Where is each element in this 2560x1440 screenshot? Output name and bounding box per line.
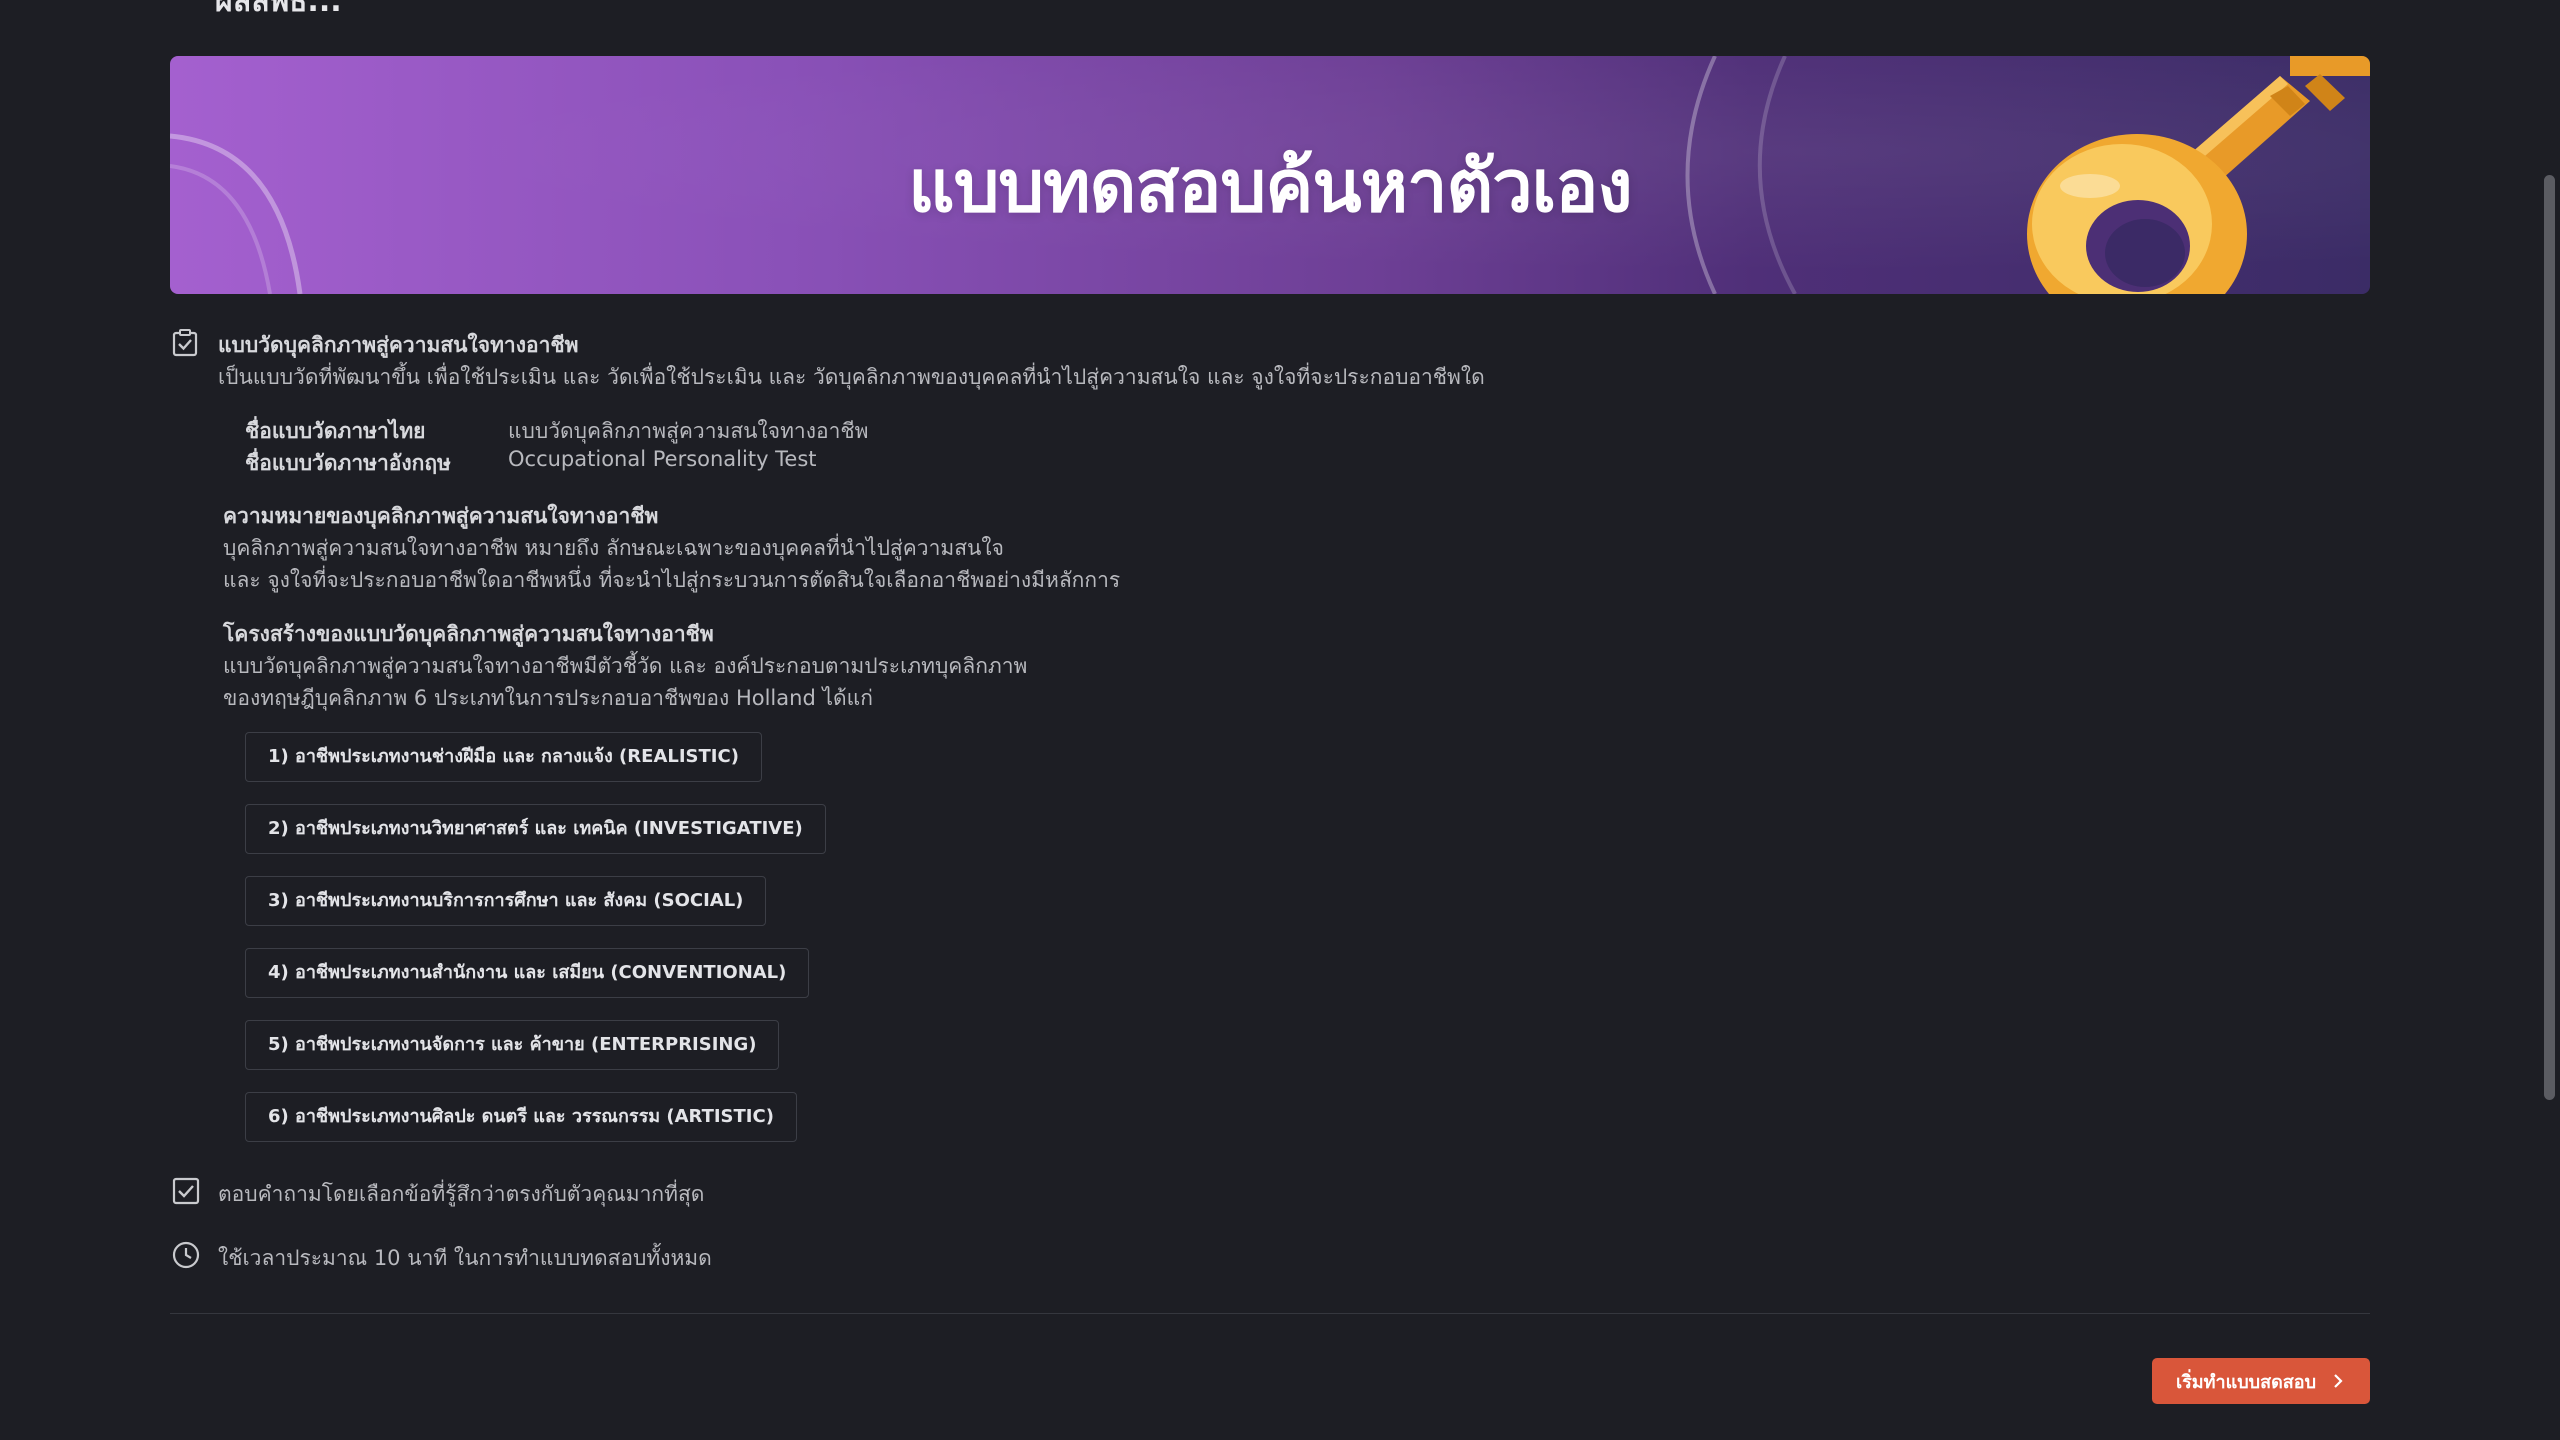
structure-line-1: แบบวัดบุคลิกภาพสู่ความสนใจทางอาชีพมีตัวช… — [223, 654, 1028, 678]
divider — [170, 1313, 2370, 1314]
thai-name-label: ชื่อแบบวัดภาษาไทย — [245, 419, 426, 443]
english-name-value: Occupational Personality Test — [508, 447, 817, 471]
checkbox-checked-icon — [171, 1176, 201, 1206]
banner-title: แบบทดสอบค้นหาตัวเอง — [908, 144, 1632, 228]
duration-text: ใช้เวลาประมาณ 10 นาที ในการทำแบบทดสอบทั้… — [218, 1246, 712, 1270]
personality-type-conventional: 4) อาชีพประเภทงานสำนักงาน และ เสมียน (CO… — [245, 948, 810, 998]
meaning-line-1: บุคลิกภาพสู่ความสนใจทางอาชีพ หมายถึง ลัก… — [223, 536, 1004, 560]
scrollbar-thumb[interactable] — [2544, 175, 2555, 1100]
personality-type-enterprising: 5) อาชีพประเภทงานจัดการ และ ค้าขาย (ENTE… — [245, 1020, 780, 1070]
meaning-line-2: และ จูงใจที่จะประกอบอาชีพใดอาชีพหนึ่ง ที… — [223, 568, 1121, 592]
english-name-label: ชื่อแบบวัดภาษาอังกฤษ — [245, 451, 451, 475]
start-test-label: เริ่มทำแบบสดสอบ — [2175, 1371, 2316, 1393]
intro-description: เป็นแบบวัดที่พัฒนาขึ้น เพื่อใช้ประเมิน แ… — [218, 365, 1485, 389]
thai-name-value: แบบวัดบุคลิกภาพสู่ความสนใจทางอาชีพ — [508, 419, 869, 443]
intro-title: แบบวัดบุคลิกภาพสู่ความสนใจทางอาชีพ — [218, 333, 579, 357]
chevron-right-icon — [2334, 1374, 2343, 1388]
clock-icon — [171, 1240, 201, 1270]
personality-type-investigative: 2) อาชีพประเภทงานวิทยาศาสตร์ และ เทคนิค … — [245, 804, 826, 854]
structure-title: โครงสร้างของแบบวัดบุคลิกภาพสู่ความสนใจทา… — [223, 622, 714, 646]
hero-banner: แบบทดสอบค้นหาตัวเอง — [170, 56, 2370, 294]
checkbox-icon — [171, 328, 201, 358]
personality-type-artistic: 6) อาชีพประเภทงานศิลปะ ดนตรี และ วรรณกรร… — [245, 1092, 797, 1142]
structure-line-2: ของทฤษฎีบุคลิกภาพ 6 ประเภทในการประกอบอาช… — [223, 686, 873, 710]
start-test-button[interactable]: เริ่มทำแบบสดสอบ — [2152, 1358, 2370, 1404]
instruction-text: ตอบคำถามโดยเลือกข้อที่รู้สึกว่าตรงกับตัว… — [218, 1182, 705, 1206]
page: ผลลัพธ์... แบบทดสอบค้นหาตัวเอง แบบวัดบุค… — [0, 0, 2560, 1440]
personality-type-realistic: 1) อาชีพประเภทงานช่างฝีมือ และ กลางแจ้ง … — [245, 732, 762, 782]
meaning-title: ความหมายของบุคลิกภาพสู่ความสนใจทางอาชีพ — [223, 504, 659, 528]
personality-type-social: 3) อาชีพประเภทงานบริการการศึกษา และ สังค… — [245, 876, 767, 926]
page-heading-cut: ผลลัพธ์... — [215, 0, 342, 19]
